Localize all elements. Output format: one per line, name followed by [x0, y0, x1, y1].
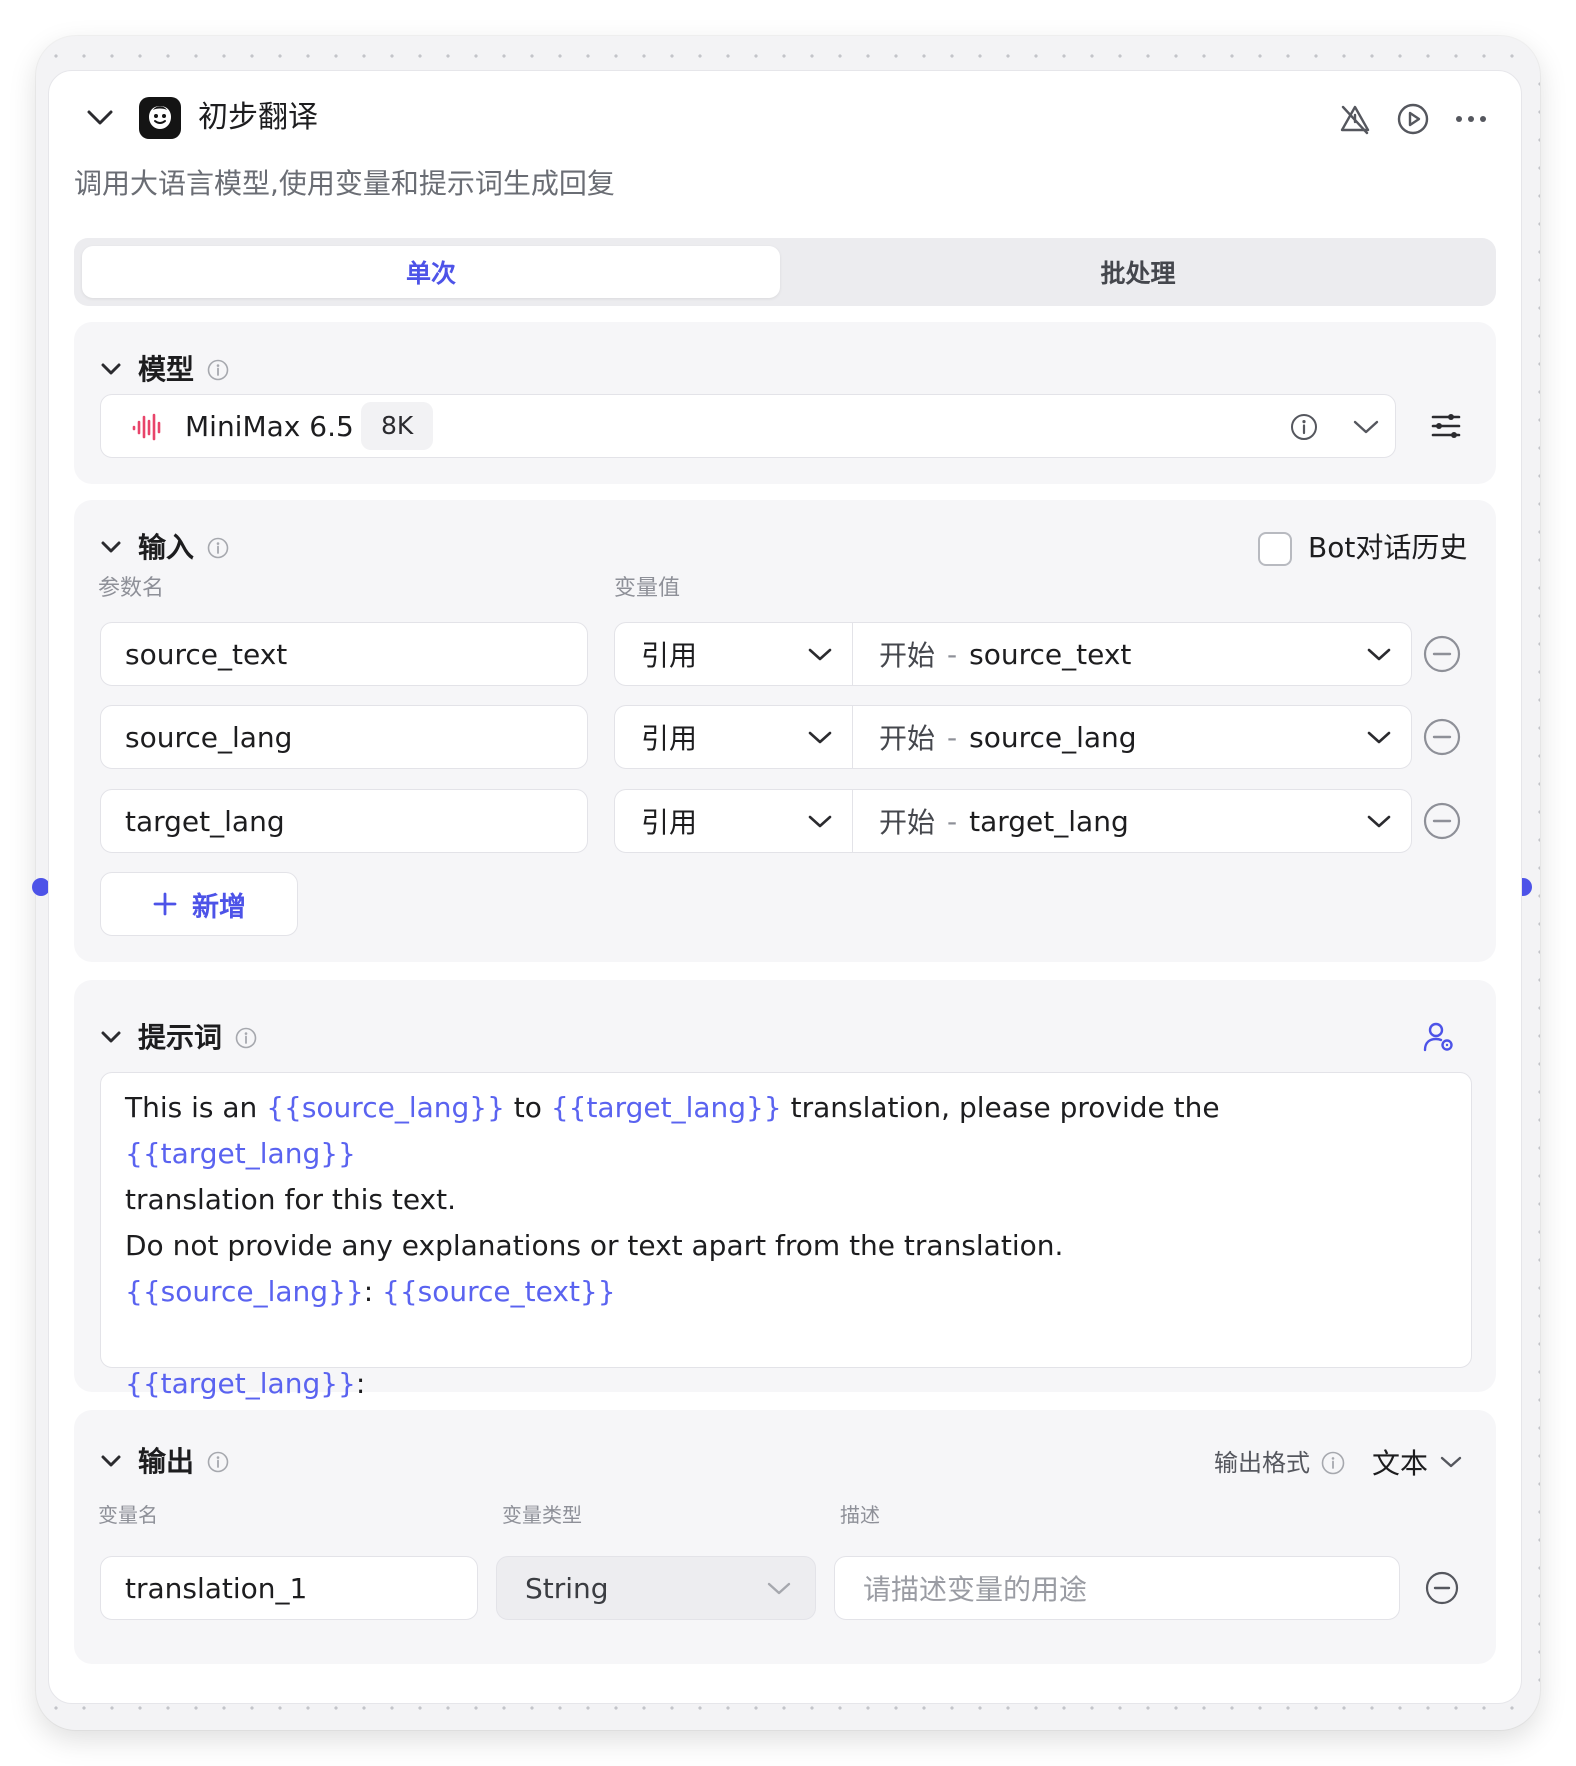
prompt-editor[interactable]: This is an {{source_lang}} to {{target_l… — [100, 1072, 1472, 1400]
value-type-chevron-icon — [808, 815, 832, 828]
value-type-chevron-icon — [808, 648, 832, 661]
remove-row-icon[interactable] — [1422, 717, 1462, 757]
tab-batch[interactable]: 批处理 — [788, 246, 1488, 298]
llm-node-icon — [139, 97, 181, 139]
node-description: 调用大语言模型,使用变量和提示词生成回复 — [74, 167, 615, 200]
remove-row-icon[interactable] — [1422, 634, 1462, 674]
more-horizontal-icon[interactable] — [1452, 100, 1490, 138]
model-settings-sliders-icon[interactable] — [1428, 408, 1464, 444]
variable-reference-chevron-icon — [1367, 731, 1391, 744]
output-variable-name-input[interactable]: translation_1 — [100, 1556, 478, 1620]
variable-reference-chevron-icon — [1367, 648, 1391, 661]
model-detail-info-icon[interactable] — [1289, 412, 1319, 442]
tab-single[interactable]: 单次 — [82, 246, 780, 298]
user-settings-icon[interactable] — [1420, 1018, 1458, 1056]
plus-icon — [153, 892, 177, 916]
bot-history-checkbox[interactable] — [1258, 532, 1292, 566]
add-input-button[interactable]: 新增 — [100, 872, 298, 936]
model-dropdown-chevron-icon[interactable] — [1351, 412, 1381, 442]
output-description-input[interactable]: 请描述变量的用途 — [834, 1556, 1400, 1620]
template-variable: {{target_lang}} — [125, 1137, 356, 1170]
model-context-badge: 8K — [361, 402, 434, 450]
prompt-collapse-chevron-icon[interactable] — [98, 1024, 124, 1050]
prompt-section-title: 提示词 — [138, 1021, 223, 1054]
output-type-chevron-icon — [767, 1582, 791, 1595]
model-section-title: 模型 — [138, 353, 195, 386]
minimax-logo-icon — [131, 411, 163, 443]
output-name-column-header: 变量名 — [98, 1503, 158, 1527]
input-collapse-chevron-icon[interactable] — [98, 534, 124, 560]
output-desc-column-header: 描述 — [840, 1503, 880, 1527]
value-type-chevron-icon — [808, 731, 832, 744]
output-section-title: 输出 — [138, 1445, 195, 1478]
output-variable-type-select[interactable]: String — [496, 1556, 816, 1620]
output-type-column-header: 变量类型 — [502, 1503, 582, 1527]
prompt-info-icon[interactable] — [234, 1026, 258, 1050]
output-format-info-icon[interactable] — [1320, 1450, 1346, 1476]
template-variable: {{source_text}} — [382, 1275, 616, 1308]
value-type-select[interactable]: 引用 — [614, 789, 852, 853]
remove-row-icon[interactable] — [1422, 801, 1462, 841]
warning-off-icon[interactable] — [1336, 100, 1374, 138]
param-name-column-header: 参数名 — [98, 576, 165, 601]
variable-value-column-header: 变量值 — [614, 576, 681, 601]
input-info-icon[interactable] — [206, 536, 230, 560]
model-collapse-chevron-icon[interactable] — [98, 356, 124, 382]
input-section-title: 输入 — [138, 531, 195, 564]
model-name: MiniMax 6.5 — [185, 410, 354, 443]
output-format-chevron-icon — [1440, 1456, 1462, 1468]
value-type-select[interactable]: 引用 — [614, 622, 852, 686]
variable-reference-select[interactable]: 开始 - target_lang — [852, 789, 1412, 853]
play-circle-icon[interactable] — [1394, 100, 1432, 138]
output-format-select[interactable]: 文本 — [1372, 1442, 1462, 1482]
model-info-icon[interactable] — [206, 358, 230, 382]
template-variable: {{source_lang}} — [266, 1091, 505, 1124]
param-name-input[interactable]: source_lang — [100, 705, 588, 769]
param-name-input[interactable]: source_text — [100, 622, 588, 686]
value-type-select[interactable]: 引用 — [614, 705, 852, 769]
template-variable: {{target_lang}} — [125, 1367, 356, 1400]
bot-history-label[interactable]: Bot对话历史 — [1308, 528, 1467, 568]
variable-reference-select[interactable]: 开始 - source_text — [852, 622, 1412, 686]
collapse-chevron-icon[interactable] — [82, 100, 118, 136]
node-title[interactable]: 初步翻译 — [198, 96, 318, 140]
output-info-icon[interactable] — [206, 1450, 230, 1474]
output-format-label: 输出格式 — [1214, 1449, 1310, 1477]
output-collapse-chevron-icon[interactable] — [98, 1448, 124, 1474]
remove-output-row-icon[interactable] — [1424, 1570, 1460, 1606]
param-name-input[interactable]: target_lang — [100, 789, 588, 853]
mode-tabs: 单次 批处理 — [74, 238, 1496, 306]
template-variable: {{source_lang}} — [125, 1275, 364, 1308]
model-select[interactable]: MiniMax 6.5 8K — [100, 394, 1396, 458]
variable-reference-select[interactable]: 开始 - source_lang — [852, 705, 1412, 769]
template-variable: {{target_lang}} — [550, 1091, 782, 1124]
variable-reference-chevron-icon — [1367, 815, 1391, 828]
